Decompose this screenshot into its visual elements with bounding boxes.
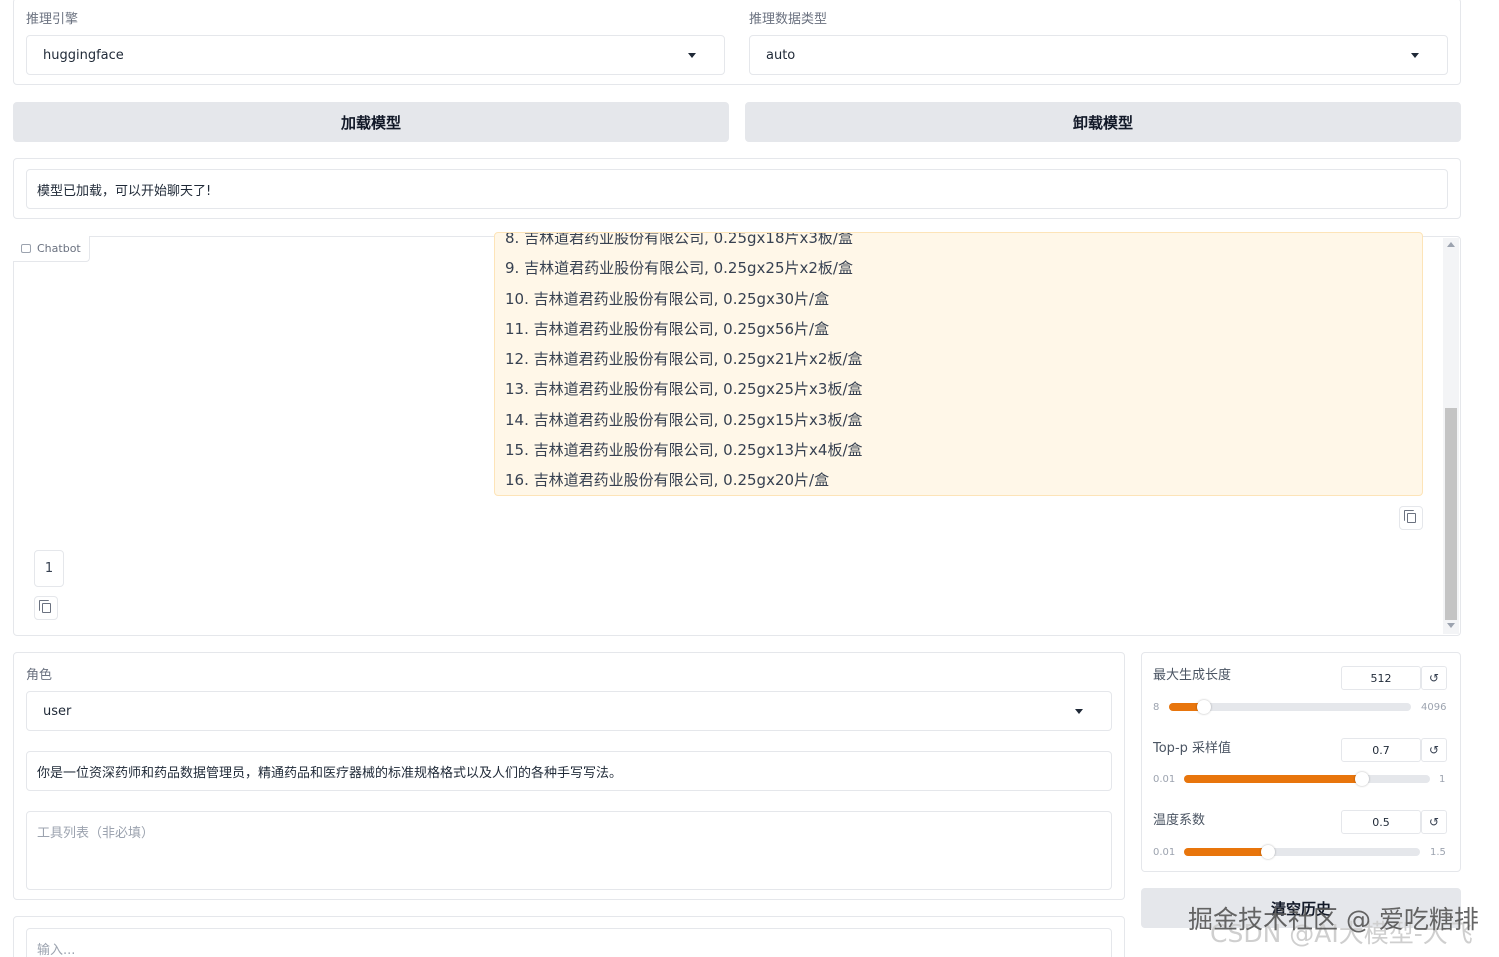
unload-model-button[interactable]: 卸载模型: [745, 102, 1461, 142]
chat-icon: [21, 244, 31, 253]
top-p-reset-button[interactable]: ↺: [1421, 738, 1447, 762]
copy-bot-message-button[interactable]: [1399, 506, 1423, 530]
max-length-reset-button[interactable]: ↺: [1421, 666, 1447, 690]
list-item: 11. 吉林道君药业股份有限公司, 0.25gx56片/盒: [505, 319, 830, 338]
tools-placeholder: 工具列表（非必填）: [37, 826, 155, 841]
temperature-max: 1.5: [1430, 847, 1446, 858]
top-p-number[interactable]: 0.7: [1341, 738, 1421, 762]
chevron-down-icon: [1411, 53, 1419, 58]
copy-user-message-button[interactable]: [34, 596, 58, 620]
slider-thumb[interactable]: [1260, 845, 1275, 859]
max-length-number[interactable]: 512: [1341, 666, 1421, 690]
chatbot-label-text: Chatbot: [37, 242, 81, 255]
list-item: 16. 吉林道君药业股份有限公司, 0.25gx20片/盒: [505, 471, 830, 490]
list-item: 12. 吉林道君药业股份有限公司, 0.25gx21片x2板/盒: [505, 350, 863, 369]
bot-message: 8. 吉林道君药业股份有限公司, 0.25gx18片x3板/盒 9. 吉林道君药业…: [494, 232, 1423, 496]
slider-fill: [1169, 703, 1199, 711]
list-item: 9. 吉林道君药业股份有限公司, 0.25gx25片x2板/盒: [505, 259, 853, 278]
list-item: 15. 吉林道君药业股份有限公司, 0.25gx13片x4板/盒: [505, 441, 863, 460]
dtype-value: auto: [766, 47, 796, 63]
slider-thumb[interactable]: [1197, 700, 1212, 714]
bot-message-list: 8. 吉林道君药业股份有限公司, 0.25gx18片x3板/盒 9. 吉林道君药业…: [495, 232, 863, 495]
temperature-reset-button[interactable]: ↺: [1421, 810, 1447, 834]
user-message: 1: [34, 550, 64, 587]
status-text: 模型已加载，可以开始聊天了!: [37, 184, 212, 199]
temperature-min: 0.01: [1153, 847, 1176, 858]
scroll-up-arrow[interactable]: [1447, 242, 1455, 247]
temperature-number[interactable]: 0.5: [1341, 810, 1421, 834]
chevron-down-icon: [688, 53, 696, 58]
top-p-max: 1: [1439, 774, 1446, 785]
message-input[interactable]: 输入...: [26, 928, 1112, 957]
chatbot-label: Chatbot: [13, 236, 90, 262]
list-item: 10. 吉林道君药业股份有限公司, 0.25gx30片/盒: [505, 289, 830, 308]
slider-fill: [1184, 775, 1357, 783]
top-p-min: 0.01: [1153, 774, 1176, 785]
dtype-label: 推理数据类型: [749, 12, 828, 27]
status-textbox[interactable]: 模型已加载，可以开始聊天了!: [26, 169, 1448, 209]
temperature-label: 温度系数: [1153, 813, 1206, 828]
engine-value: huggingface: [43, 47, 124, 63]
max-length-min: 8: [1153, 702, 1160, 713]
role-dropdown[interactable]: user: [26, 691, 1112, 731]
copy-icon: [1403, 510, 1416, 523]
engine-dropdown[interactable]: huggingface: [26, 35, 725, 75]
copy-icon: [38, 600, 51, 613]
max-length-max: 4096: [1421, 702, 1447, 713]
chevron-down-icon: [1075, 709, 1083, 714]
top-p-label: Top-p 采样值: [1153, 741, 1232, 756]
list-item: 14. 吉林道君药业股份有限公司, 0.25gx15片x3板/盒: [505, 410, 863, 429]
system-prompt-input[interactable]: 你是一位资深药师和药品数据管理员，精通药品和医疗器械的标准规格格式以及人们的各种…: [26, 751, 1112, 791]
message-placeholder: 输入...: [37, 943, 76, 957]
engine-label: 推理引擎: [26, 12, 79, 27]
scroll-down-arrow[interactable]: [1447, 623, 1455, 628]
load-model-button[interactable]: 加载模型: [13, 102, 729, 142]
list-item: 13. 吉林道君药业股份有限公司, 0.25gx25片x3板/盒: [505, 380, 863, 399]
max-length-label: 最大生成长度: [1153, 668, 1232, 683]
tools-input[interactable]: 工具列表（非必填）: [26, 811, 1112, 890]
role-value: user: [43, 703, 72, 719]
dtype-dropdown[interactable]: auto: [749, 35, 1448, 75]
list-item: 8. 吉林道君药业股份有限公司, 0.25gx18片x3板/盒: [505, 232, 853, 247]
chat-scrollbar-thumb[interactable]: [1445, 408, 1457, 620]
watermark-juejin: 掘金技术社区 @ 爱吃糖排: [1188, 905, 1479, 934]
system-prompt-text: 你是一位资深药师和药品数据管理员，精通药品和医疗器械的标准规格格式以及人们的各种…: [37, 766, 623, 781]
role-label: 角色: [26, 668, 53, 683]
slider-fill: [1184, 848, 1262, 856]
